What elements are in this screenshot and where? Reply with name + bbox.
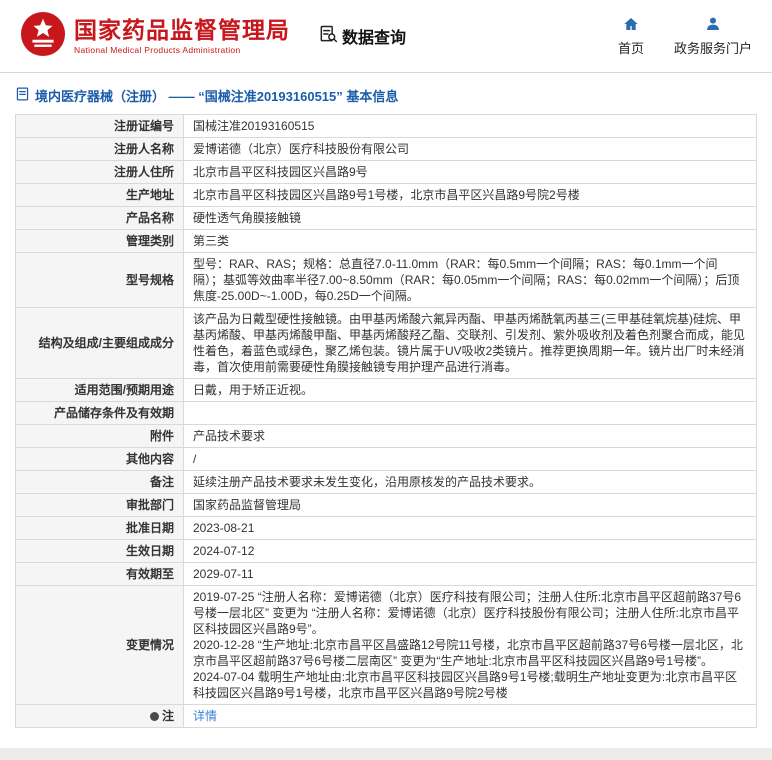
row-value: 2019-07-25 “注册人名称：爱博诺德（北京）医疗科技有限公司；注册人住所… <box>184 586 757 705</box>
row-value: 2024-07-12 <box>184 540 757 563</box>
row-label: 管理类别 <box>16 230 184 253</box>
nav-portal[interactable]: 政务服务门户 <box>674 16 752 57</box>
row-label: 注册人名称 <box>16 138 184 161</box>
row-label: 审批部门 <box>16 494 184 517</box>
nav-home-label: 首页 <box>618 38 644 57</box>
row-value: 国械注准20193160515 <box>184 115 757 138</box>
table-row: 备注延续注册产品技术要求未发生变化，沿用原核发的产品技术要求。 <box>16 471 757 494</box>
row-value: 详情 <box>184 705 757 728</box>
nav-home[interactable]: 首页 <box>618 16 644 57</box>
row-label: 有效期至 <box>16 563 184 586</box>
site-header: 国家药品监督管理局 National Medical Products Admi… <box>0 0 772 72</box>
row-value: 产品技术要求 <box>184 425 757 448</box>
row-value: 延续注册产品技术要求未发生变化，沿用原核发的产品技术要求。 <box>184 471 757 494</box>
table-row: 结构及组成/主要组成成分该产品为日戴型硬性接触镜。由甲基丙烯酸六氟异丙酯、甲基丙… <box>16 308 757 379</box>
row-value: 日戴，用于矫正近视。 <box>184 379 757 402</box>
footer-strip <box>0 748 772 760</box>
note-circle-icon <box>150 712 159 721</box>
table-row: 其他内容/ <box>16 448 757 471</box>
row-label: 适用范围/预期用途 <box>16 379 184 402</box>
row-value: 型号：RAR、RAS；规格：总直径7.0-11.0mm（RAR：每0.5mm一个… <box>184 253 757 308</box>
row-value <box>184 402 757 425</box>
header-nav: 首页 政务服务门户 <box>618 16 752 57</box>
row-label: 变更情况 <box>16 586 184 705</box>
table-row: 有效期至2029-07-11 <box>16 563 757 586</box>
row-value: 2023-08-21 <box>184 517 757 540</box>
row-label: 生产地址 <box>16 184 184 207</box>
row-label: 产品名称 <box>16 207 184 230</box>
row-value: 该产品为日戴型硬性接触镜。由甲基丙烯酸六氟异丙酯、甲基丙烯酰氧丙基三(三甲基硅氧… <box>184 308 757 379</box>
table-row: 批准日期2023-08-21 <box>16 517 757 540</box>
row-value: 第三类 <box>184 230 757 253</box>
table-row: 管理类别第三类 <box>16 230 757 253</box>
registration-info-section: 注册证编号国械注准20193160515注册人名称爱博诺德（北京）医疗科技股份有… <box>0 114 772 728</box>
row-value: 硬性透气角膜接触镜 <box>184 207 757 230</box>
document-icon <box>16 87 29 104</box>
row-label: 其他内容 <box>16 448 184 471</box>
table-row: 产品储存条件及有效期 <box>16 402 757 425</box>
site-title: 国家药品监督管理局 <box>74 17 290 43</box>
row-value: 北京市昌平区科技园区兴昌路9号1号楼，北京市昌平区兴昌路9号院2号楼 <box>184 184 757 207</box>
row-label: 注 <box>16 705 184 728</box>
row-value: 爱博诺德（北京）医疗科技股份有限公司 <box>184 138 757 161</box>
nav-portal-label: 政务服务门户 <box>674 38 752 57</box>
nmpa-logo: 国家药品监督管理局 National Medical Products Admi… <box>20 11 290 62</box>
row-label: 产品储存条件及有效期 <box>16 402 184 425</box>
table-row: 生产地址北京市昌平区科技园区兴昌路9号1号楼，北京市昌平区兴昌路9号院2号楼 <box>16 184 757 207</box>
home-icon <box>623 16 639 35</box>
row-label: 注册人住所 <box>16 161 184 184</box>
row-value: 北京市昌平区科技园区兴昌路9号 <box>184 161 757 184</box>
header-divider <box>0 72 772 73</box>
table-row: 注册人住所北京市昌平区科技园区兴昌路9号 <box>16 161 757 184</box>
table-row: 适用范围/预期用途日戴，用于矫正近视。 <box>16 379 757 402</box>
info-table-body: 注册证编号国械注准20193160515注册人名称爱博诺德（北京）医疗科技股份有… <box>16 115 757 728</box>
table-row: 注详情 <box>16 705 757 728</box>
site-subtitle: National Medical Products Administration <box>74 45 290 55</box>
table-row: 附件产品技术要求 <box>16 425 757 448</box>
row-value: 2029-07-11 <box>184 563 757 586</box>
row-label: 附件 <box>16 425 184 448</box>
table-row: 产品名称硬性透气角膜接触镜 <box>16 207 757 230</box>
row-label: 型号规格 <box>16 253 184 308</box>
breadcrumb-text: 境内医疗器械（注册） —— “国械注准20193160515” 基本信息 <box>35 86 398 105</box>
user-icon <box>705 16 721 35</box>
row-label: 生效日期 <box>16 540 184 563</box>
row-label: 注册证编号 <box>16 115 184 138</box>
table-row: 生效日期2024-07-12 <box>16 540 757 563</box>
row-value: / <box>184 448 757 471</box>
table-row: 注册人名称爱博诺德（北京）医疗科技股份有限公司 <box>16 138 757 161</box>
row-value: 国家药品监督管理局 <box>184 494 757 517</box>
table-row: 型号规格型号：RAR、RAS；规格：总直径7.0-11.0mm（RAR：每0.5… <box>16 253 757 308</box>
row-label: 批准日期 <box>16 517 184 540</box>
table-row: 注册证编号国械注准20193160515 <box>16 115 757 138</box>
detail-link[interactable]: 详情 <box>193 709 217 723</box>
nav-data-query[interactable]: 数据查询 <box>318 24 406 49</box>
row-label: 备注 <box>16 471 184 494</box>
nmpa-emblem-icon <box>20 11 66 62</box>
table-row: 审批部门国家药品监督管理局 <box>16 494 757 517</box>
table-row: 变更情况2019-07-25 “注册人名称：爱博诺德（北京）医疗科技有限公司；注… <box>16 586 757 705</box>
row-label: 结构及组成/主要组成成分 <box>16 308 184 379</box>
data-query-label: 数据查询 <box>342 24 406 48</box>
info-table: 注册证编号国械注准20193160515注册人名称爱博诺德（北京）医疗科技股份有… <box>15 114 757 728</box>
data-query-icon <box>318 24 338 49</box>
breadcrumb: 境内医疗器械（注册） —— “国械注准20193160515” 基本信息 <box>16 86 756 105</box>
